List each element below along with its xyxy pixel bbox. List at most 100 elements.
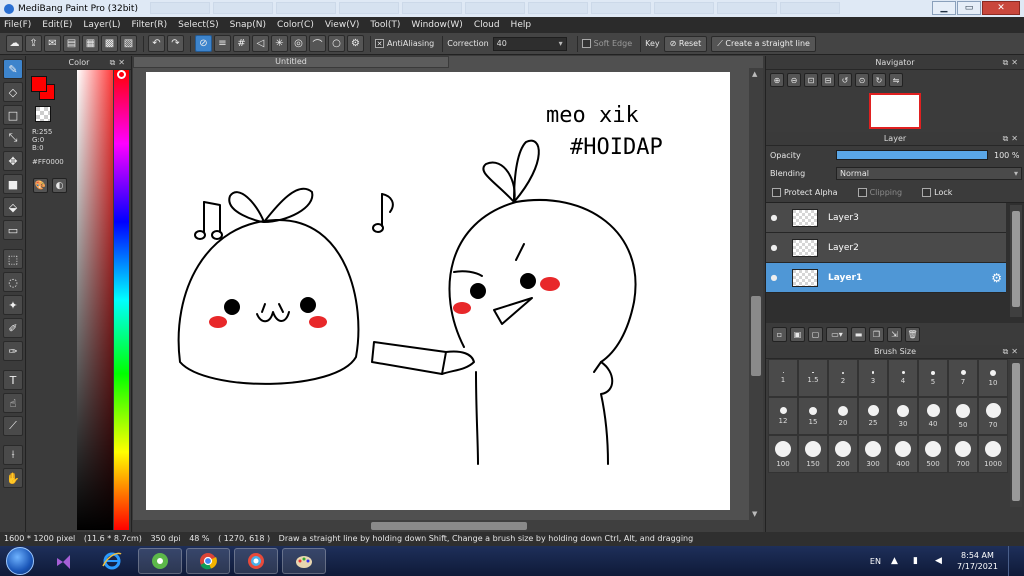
undo-icon[interactable]: ↶ [148, 35, 165, 52]
paint-icon[interactable] [282, 548, 326, 574]
maximize-button[interactable]: ▭ [957, 1, 981, 15]
move-tool-icon[interactable]: ✥ [3, 151, 23, 171]
brush-tool-icon[interactable]: ✎ [3, 59, 23, 79]
gradient-tool-icon[interactable]: ▭ [3, 220, 23, 240]
parallel-snap-icon[interactable]: ≡ [214, 35, 231, 52]
dot-tool-icon[interactable]: □ [3, 105, 23, 125]
transparent-color-swatch[interactable] [35, 106, 51, 122]
visibility-icon[interactable]: ● [766, 213, 782, 222]
delete-layer-icon[interactable]: 🗑 [905, 326, 920, 342]
menu-cloud[interactable]: Cloud [474, 20, 500, 30]
merge-down-icon[interactable]: ⇲ [887, 326, 902, 342]
medibang-taskbar-icon[interactable] [234, 548, 278, 574]
layer-row-layer1[interactable]: ● Layer1 ⚙ [766, 263, 1006, 293]
brush-size-option[interactable]: 3 [858, 359, 888, 397]
document-icon[interactable]: ▦ [82, 35, 99, 52]
brush-size-option[interactable]: 1000 [978, 435, 1008, 473]
create-straight-line-button[interactable]: ⟋ Create a straight line [711, 35, 816, 52]
brush-float-close-icon[interactable]: ⧉✕ [1003, 345, 1021, 359]
minimize-button[interactable]: ▁ [932, 1, 956, 15]
text-tool-icon[interactable]: T [3, 370, 23, 390]
menu-file[interactable]: File(F) [4, 20, 31, 30]
close-button[interactable]: ✕ [982, 1, 1020, 15]
layer-row-layer2[interactable]: ● Layer2 [766, 233, 1006, 263]
eraser-tool-icon[interactable]: ◇ [3, 82, 23, 102]
canvas-horizontal-scrollbar[interactable] [133, 520, 763, 532]
color-settings-icon[interactable]: ◐ [52, 178, 67, 193]
radial-snap-icon[interactable]: ✳ [271, 35, 288, 52]
antialiasing-checkbox[interactable]: ✕ [375, 39, 384, 48]
menu-color[interactable]: Color(C) [277, 20, 314, 30]
palette-icon[interactable]: 🎨 [33, 178, 48, 193]
clipping-checkbox[interactable] [857, 187, 867, 197]
brush-size-option[interactable]: 200 [828, 435, 858, 473]
zoom-in-icon[interactable]: ⊕ [770, 73, 784, 87]
brush-size-option[interactable]: 100 [768, 435, 798, 473]
brush-size-option[interactable]: 15 [798, 397, 828, 435]
chrome-icon[interactable] [186, 548, 230, 574]
perspective-snap-icon[interactable]: ◁ [252, 35, 269, 52]
soft-edge-checkbox[interactable] [581, 39, 591, 48]
brush-size-option[interactable]: 10 [978, 359, 1008, 397]
brush-scrollbar[interactable] [1010, 359, 1022, 507]
visibility-icon[interactable]: ● [766, 243, 782, 252]
divide-tool-icon[interactable]: ⟋ [3, 416, 23, 436]
brush-size-option[interactable]: 20 [828, 397, 858, 435]
brush-size-option[interactable]: 1 [768, 359, 798, 397]
brush-size-option[interactable]: 40 [918, 397, 948, 435]
fit-icon[interactable]: ⊡ [804, 73, 818, 87]
folder-icon[interactable]: ▬ [851, 326, 866, 342]
hue-marker[interactable] [117, 70, 126, 79]
blending-select[interactable]: Normal [836, 166, 1022, 180]
navigator-thumbnail[interactable] [869, 93, 921, 129]
menu-snap[interactable]: Snap(N) [230, 20, 266, 30]
coccoc-browser-icon[interactable] [138, 548, 182, 574]
menu-select[interactable]: Select(S) [178, 20, 219, 30]
curve-snap-icon[interactable]: ⌒ [309, 35, 326, 52]
layer-float-close-icon[interactable]: ⧉✕ [1003, 132, 1021, 146]
brush-size-option[interactable]: 50 [948, 397, 978, 435]
menu-layer[interactable]: Layer(L) [83, 20, 120, 30]
navigator-float-close-icon[interactable]: ⧉✕ [1003, 56, 1021, 70]
visual-studio-icon[interactable] [42, 548, 86, 574]
eyedropper-tool-icon[interactable]: ⟊ [3, 445, 23, 465]
reset-button[interactable]: ⊘ Reset [663, 35, 708, 52]
zoom-out-icon[interactable]: ⊖ [787, 73, 801, 87]
operation-tool-icon[interactable]: ☝ [3, 393, 23, 413]
rotate-right-icon[interactable]: ↻ [872, 73, 886, 87]
correction-select[interactable]: 40 [492, 36, 567, 51]
rectangle-tool-icon[interactable]: ■ [3, 174, 23, 194]
horizontal-scroll-thumb[interactable] [371, 522, 527, 530]
grid-icon[interactable]: ▧ [120, 35, 137, 52]
document-tab[interactable]: Untitled [133, 56, 449, 68]
shape-tool-icon[interactable]: ⤡ [3, 128, 23, 148]
lock-checkbox[interactable] [922, 187, 932, 197]
redo-icon[interactable]: ↷ [167, 35, 184, 52]
circle-snap-icon[interactable]: ○ [328, 35, 345, 52]
brush-size-option[interactable]: 30 [888, 397, 918, 435]
brush-size-option[interactable]: 500 [918, 435, 948, 473]
vertical-scroll-thumb[interactable] [751, 296, 761, 376]
concentric-snap-icon[interactable]: ◎ [290, 35, 307, 52]
select-tool-icon[interactable]: ⬚ [3, 249, 23, 269]
brush-size-option[interactable]: 25 [858, 397, 888, 435]
scroll-down-arrow-icon[interactable]: ▼ [752, 510, 757, 518]
network-icon[interactable]: ▮ [913, 556, 925, 566]
show-desktop-button[interactable] [1008, 546, 1018, 576]
brush-size-option[interactable]: 2 [828, 359, 858, 397]
menu-help[interactable]: Help [511, 20, 532, 30]
new-halftone-layer-icon[interactable]: ▣ [790, 326, 805, 342]
comment-icon[interactable]: ✉ [44, 35, 61, 52]
brush-size-option[interactable]: 70 [978, 397, 1008, 435]
lasso-tool-icon[interactable]: ◌ [3, 272, 23, 292]
tile-icon[interactable]: ▩ [101, 35, 118, 52]
layer-row-layer3[interactable]: ● Layer3 [766, 203, 1006, 233]
menu-filter[interactable]: Filter(R) [132, 20, 168, 30]
snap-off-icon[interactable]: ⊘ [195, 35, 212, 52]
brush-size-option[interactable]: 12 [768, 397, 798, 435]
magic-wand-tool-icon[interactable]: ✦ [3, 295, 23, 315]
select-pen-tool-icon[interactable]: ✐ [3, 318, 23, 338]
add-layer-menu-icon[interactable]: ▭▾ [826, 326, 848, 342]
chat-icon[interactable]: ▤ [63, 35, 80, 52]
opacity-slider[interactable] [836, 150, 988, 160]
